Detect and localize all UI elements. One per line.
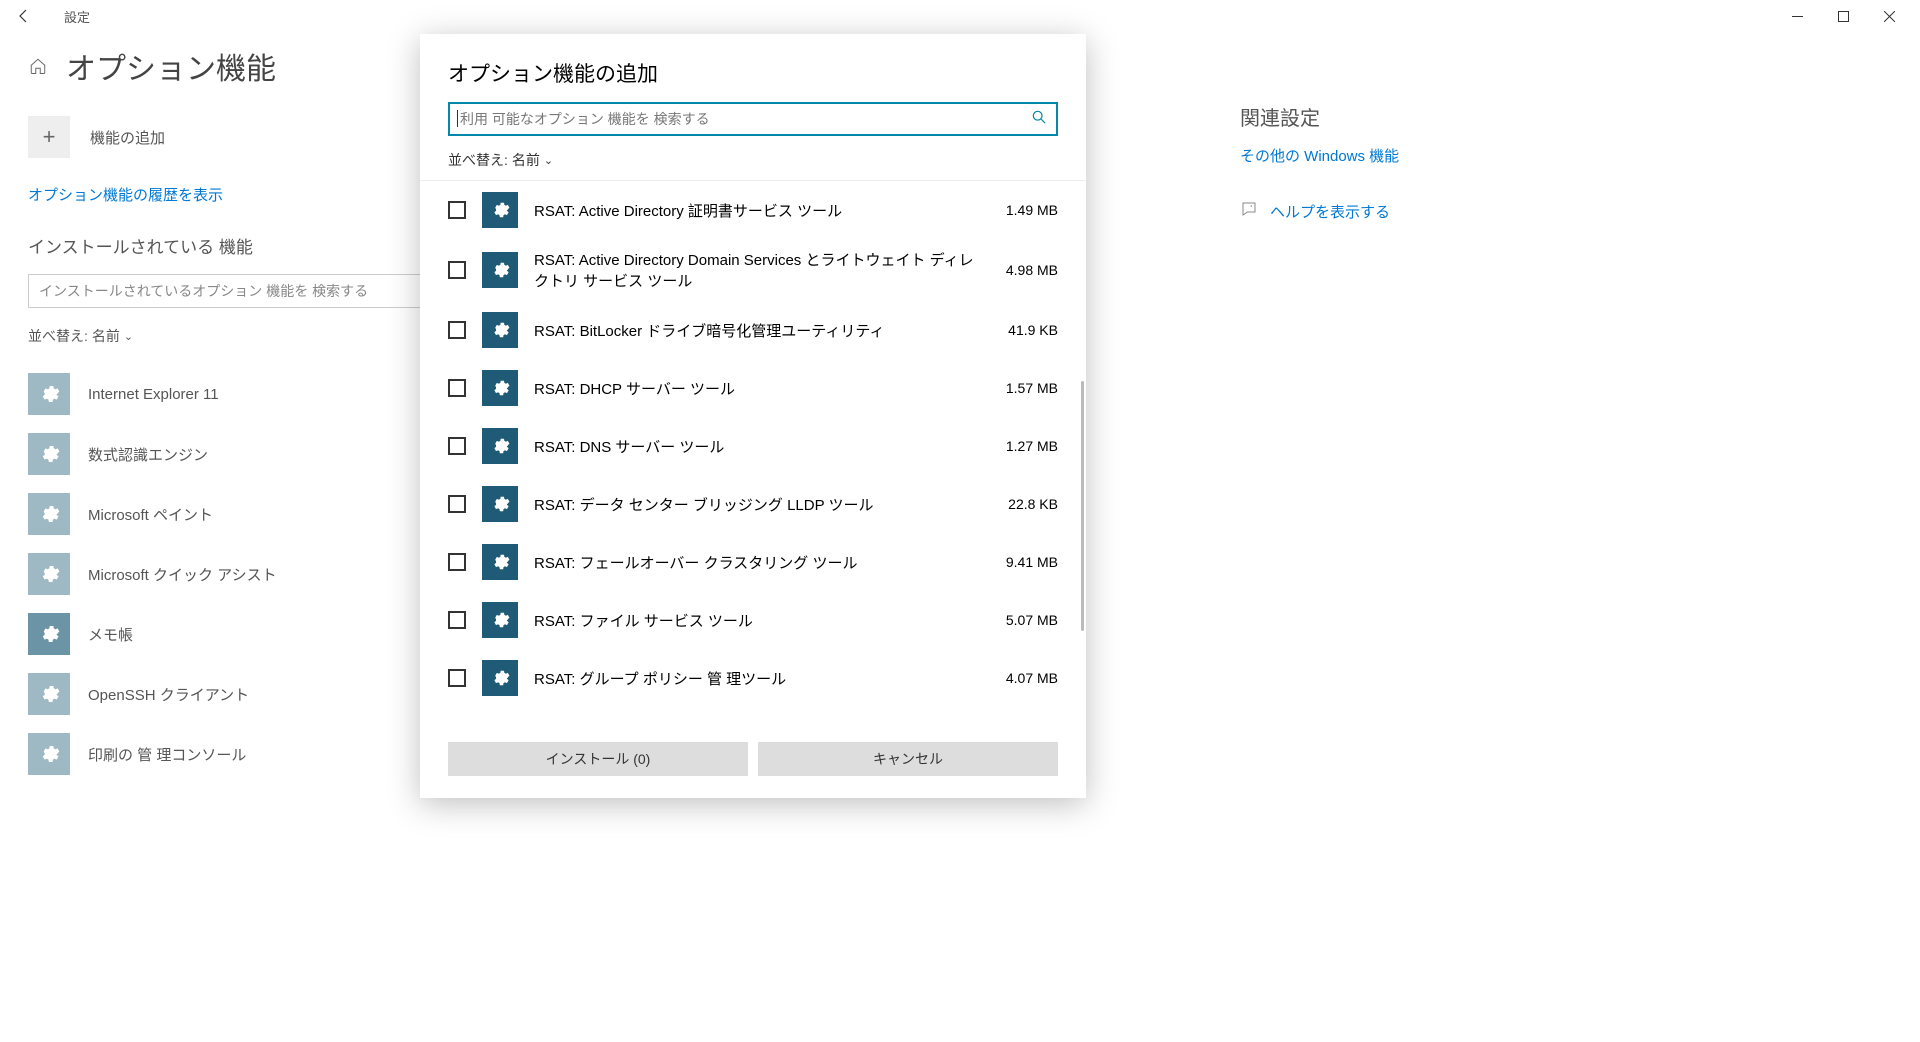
feature-icon xyxy=(482,192,518,228)
back-button[interactable] xyxy=(8,0,40,32)
feature-checkbox[interactable] xyxy=(448,495,466,513)
feature-name: RSAT: グループ ポリシー 管 理ツール xyxy=(534,668,976,689)
feature-checkbox[interactable] xyxy=(448,669,466,687)
page-title: オプション機能 xyxy=(66,44,276,88)
feature-size: 9.41 MB xyxy=(992,554,1058,570)
feature-checkbox[interactable] xyxy=(448,261,466,279)
get-help-link[interactable]: ヘルプを表示する xyxy=(1240,200,1580,223)
add-feature-button[interactable]: + xyxy=(28,116,70,158)
feature-name: RSAT: Active Directory 証明書サービス ツール xyxy=(534,200,976,221)
feature-icon xyxy=(482,428,518,464)
home-icon[interactable] xyxy=(28,56,48,76)
feature-size: 1.27 MB xyxy=(992,438,1058,454)
feature-icon xyxy=(482,370,518,406)
feature-name: RSAT: フェールオーバー クラスタリング ツール xyxy=(534,552,976,573)
add-feature-label: 機能の追加 xyxy=(90,127,165,148)
available-feature-item[interactable]: RSAT: BitLocker ドライブ暗号化管理ユーティリティ 41.9 KB xyxy=(448,301,1058,359)
available-feature-item[interactable]: RSAT: グループ ポリシー 管 理ツール 4.07 MB xyxy=(448,649,1058,707)
scrollbar-thumb[interactable] xyxy=(1081,381,1084,631)
feature-name: RSAT: Active Directory Domain Services と… xyxy=(534,249,976,291)
feature-size: 22.8 KB xyxy=(992,496,1058,512)
available-feature-item[interactable]: RSAT: DHCP サーバー ツール 1.57 MB xyxy=(448,359,1058,417)
feature-size: 1.57 MB xyxy=(992,380,1058,396)
available-feature-item[interactable]: RSAT: フェールオーバー クラスタリング ツール 9.41 MB xyxy=(448,533,1058,591)
maximize-button[interactable] xyxy=(1820,0,1866,32)
dialog-title: オプション機能の追加 xyxy=(448,58,1058,88)
chevron-down-icon: ⌄ xyxy=(124,330,133,343)
feature-icon xyxy=(28,553,70,595)
feature-size: 41.9 KB xyxy=(992,322,1058,338)
feature-size: 1.49 MB xyxy=(992,202,1058,218)
close-button[interactable] xyxy=(1866,0,1912,32)
install-button[interactable]: インストール (0) xyxy=(448,742,748,776)
feature-icon xyxy=(482,544,518,580)
minimize-button[interactable] xyxy=(1774,0,1820,32)
dialog-search-placeholder: 利用 可能なオプション 機能を 検索する xyxy=(460,109,1032,129)
related-settings-heading: 関連設定 xyxy=(1240,102,1580,131)
available-feature-item[interactable]: RSAT: DNS サーバー ツール 1.27 MB xyxy=(448,417,1058,475)
feature-icon xyxy=(482,312,518,348)
feature-checkbox[interactable] xyxy=(448,553,466,571)
available-feature-item[interactable]: RSAT: Active Directory Domain Services と… xyxy=(448,239,1058,301)
feature-name: RSAT: データ センター ブリッジング LLDP ツール xyxy=(534,494,976,515)
feature-icon xyxy=(28,613,70,655)
feature-icon xyxy=(482,660,518,696)
feature-icon xyxy=(28,433,70,475)
feature-checkbox[interactable] xyxy=(448,379,466,397)
feature-name: RSAT: ファイル サービス ツール xyxy=(534,610,976,631)
dialog-search-input[interactable]: 利用 可能なオプション 機能を 検索する xyxy=(448,102,1058,136)
cancel-button[interactable]: キャンセル xyxy=(758,742,1058,776)
window-title: 設定 xyxy=(40,7,90,26)
feature-icon xyxy=(28,493,70,535)
help-icon xyxy=(1240,200,1258,223)
feature-size: 5.07 MB xyxy=(992,612,1058,628)
available-feature-item[interactable]: RSAT: データ センター ブリッジング LLDP ツール 22.8 KB xyxy=(448,475,1058,533)
feature-size: 4.98 MB xyxy=(992,262,1058,278)
feature-icon xyxy=(482,486,518,522)
feature-icon xyxy=(28,373,70,415)
feature-name: RSAT: BitLocker ドライブ暗号化管理ユーティリティ xyxy=(534,320,976,341)
feature-icon xyxy=(482,602,518,638)
feature-checkbox[interactable] xyxy=(448,321,466,339)
feature-icon xyxy=(28,673,70,715)
dialog-sort[interactable]: 並べ替え: 名前 ⌄ xyxy=(448,150,1058,170)
add-feature-dialog: オプション機能の追加 利用 可能なオプション 機能を 検索する 並べ替え: 名前… xyxy=(420,34,1086,798)
available-feature-item[interactable]: RSAT: Active Directory 証明書サービス ツール 1.49 M… xyxy=(448,181,1058,239)
available-feature-item[interactable]: RSAT: ファイル サービス ツール 5.07 MB xyxy=(448,591,1058,649)
feature-size: 4.07 MB xyxy=(992,670,1058,686)
history-link[interactable]: オプション機能の履歴を表示 xyxy=(28,184,223,205)
feature-name: RSAT: DNS サーバー ツール xyxy=(534,436,976,457)
installed-search-placeholder: インストールされているオプション 機能を 検索する xyxy=(39,281,368,301)
chevron-down-icon: ⌄ xyxy=(544,154,553,167)
feature-checkbox[interactable] xyxy=(448,201,466,219)
feature-checkbox[interactable] xyxy=(448,437,466,455)
feature-icon xyxy=(28,733,70,775)
other-windows-features-link[interactable]: その他の Windows 機能 xyxy=(1240,145,1580,166)
feature-checkbox[interactable] xyxy=(448,611,466,629)
feature-icon xyxy=(482,252,518,288)
search-icon xyxy=(1032,110,1046,128)
feature-name: RSAT: DHCP サーバー ツール xyxy=(534,378,976,399)
